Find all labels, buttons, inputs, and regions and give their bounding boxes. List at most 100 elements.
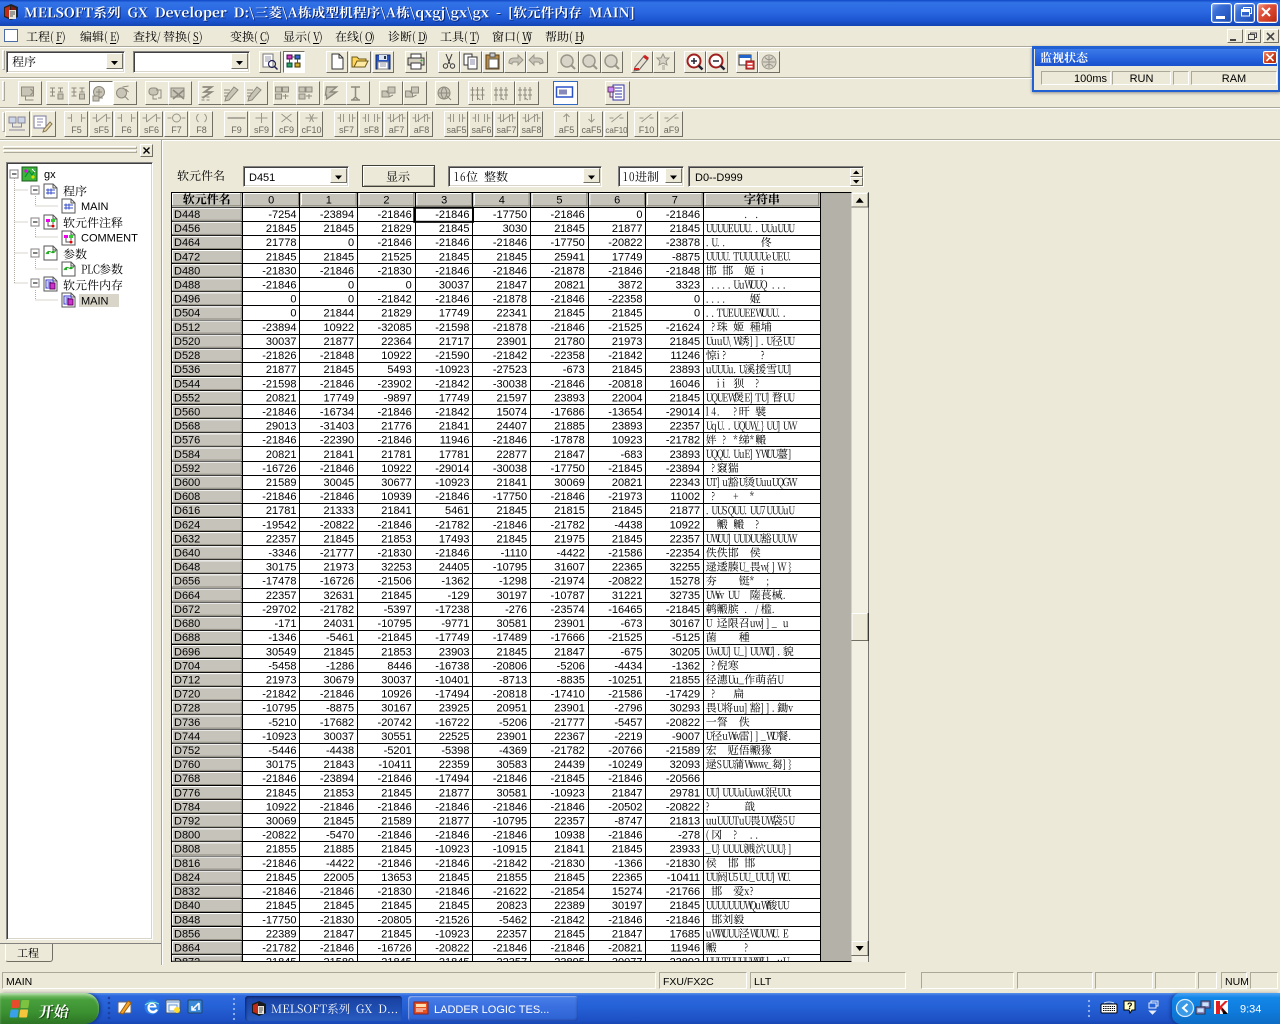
svg-text:0: 0 bbox=[694, 294, 700, 306]
svg-text:20821: 20821 bbox=[266, 392, 297, 404]
svg-text:-21846: -21846 bbox=[435, 209, 469, 221]
svg-text:30069: 30069 bbox=[554, 477, 585, 489]
svg-text:-20818: -20818 bbox=[608, 378, 642, 390]
svg-text:D704: D704 bbox=[174, 660, 200, 672]
svg-text:-5206: -5206 bbox=[499, 717, 527, 729]
svg-text:D608: D608 bbox=[174, 491, 200, 503]
svg-text:0: 0 bbox=[406, 280, 412, 292]
svg-text:-21846: -21846 bbox=[493, 773, 527, 785]
svg-text:21845: 21845 bbox=[497, 251, 528, 263]
svg-text:D544: D544 bbox=[174, 378, 200, 390]
svg-text:22525: 22525 bbox=[439, 731, 470, 743]
svg-text:20821: 20821 bbox=[554, 280, 585, 292]
svg-text:21589: 21589 bbox=[381, 816, 412, 828]
svg-text:RAM: RAM bbox=[1222, 73, 1246, 85]
svg-text:sF5: sF5 bbox=[94, 125, 109, 135]
svg-text:21847: 21847 bbox=[554, 449, 585, 461]
svg-text:21845: 21845 bbox=[381, 787, 412, 799]
svg-text:-17750: -17750 bbox=[493, 491, 527, 503]
svg-text:-10923: -10923 bbox=[435, 364, 469, 376]
svg-text:20823: 20823 bbox=[497, 900, 528, 912]
svg-text:D808: D808 bbox=[174, 844, 200, 856]
svg-text:-10795: -10795 bbox=[493, 816, 527, 828]
svg-text:31221: 31221 bbox=[612, 590, 643, 602]
svg-text:21333: 21333 bbox=[324, 505, 355, 517]
svg-text:22367: 22367 bbox=[554, 731, 585, 743]
svg-text:30175: 30175 bbox=[266, 562, 297, 574]
svg-text:-22390: -22390 bbox=[320, 435, 354, 447]
svg-text:-21846: -21846 bbox=[608, 914, 642, 926]
svg-text:-21846: -21846 bbox=[435, 886, 469, 898]
svg-text:30037: 30037 bbox=[266, 336, 297, 348]
svg-text:-21526: -21526 bbox=[435, 914, 469, 926]
svg-text:LLT: LLT bbox=[754, 976, 772, 988]
svg-text:20951: 20951 bbox=[497, 703, 528, 715]
svg-text:21525: 21525 bbox=[381, 251, 412, 263]
svg-text:-4434: -4434 bbox=[614, 660, 642, 672]
svg-text:-20502: -20502 bbox=[608, 801, 642, 813]
svg-text:-2219: -2219 bbox=[614, 731, 642, 743]
svg-text:22389: 22389 bbox=[554, 900, 585, 912]
svg-text:-5446: -5446 bbox=[268, 745, 296, 757]
svg-text:-21622: -21622 bbox=[493, 886, 527, 898]
svg-text:-21845: -21845 bbox=[608, 463, 642, 475]
svg-text:-17686: -17686 bbox=[551, 406, 585, 418]
svg-text:21877: 21877 bbox=[266, 364, 297, 376]
svg-text:11246: 11246 bbox=[670, 350, 700, 362]
svg-text:-23894: -23894 bbox=[320, 773, 354, 785]
svg-text:21845: 21845 bbox=[497, 533, 528, 545]
svg-text:30293: 30293 bbox=[670, 703, 701, 715]
svg-text:21841: 21841 bbox=[381, 505, 412, 517]
svg-text:-21846: -21846 bbox=[378, 773, 412, 785]
svg-text:D856: D856 bbox=[174, 928, 200, 940]
svg-text:21841: 21841 bbox=[324, 449, 355, 461]
svg-text:21847: 21847 bbox=[497, 280, 528, 292]
svg-text:-21846: -21846 bbox=[262, 435, 296, 447]
svg-text:-5210: -5210 bbox=[268, 717, 296, 729]
svg-text:17749: 17749 bbox=[439, 308, 470, 320]
svg-text:21845: 21845 bbox=[439, 251, 470, 263]
svg-text:-4422: -4422 bbox=[326, 858, 354, 870]
svg-text:-21777: -21777 bbox=[320, 548, 354, 560]
svg-text:-21878: -21878 bbox=[551, 265, 585, 277]
svg-text:23893: 23893 bbox=[554, 392, 585, 404]
svg-text:-5125: -5125 bbox=[672, 632, 700, 644]
svg-text:-21842: -21842 bbox=[378, 294, 412, 306]
svg-text:22877: 22877 bbox=[497, 449, 528, 461]
svg-text:10922: 10922 bbox=[670, 519, 701, 531]
svg-text:-21846: -21846 bbox=[320, 801, 354, 813]
svg-text:20821: 20821 bbox=[266, 449, 297, 461]
svg-text:D616: D616 bbox=[174, 505, 200, 517]
svg-text:21597: 21597 bbox=[497, 392, 528, 404]
svg-text:30197: 30197 bbox=[612, 900, 643, 912]
svg-text:-17494: -17494 bbox=[435, 773, 469, 785]
svg-text:1: 1 bbox=[326, 195, 332, 207]
svg-text:22343: 22343 bbox=[670, 477, 701, 489]
svg-text:-10787: -10787 bbox=[551, 590, 585, 602]
svg-text:30581: 30581 bbox=[497, 618, 528, 630]
svg-text:-21846: -21846 bbox=[378, 237, 412, 249]
svg-text:21845: 21845 bbox=[324, 646, 355, 658]
svg-text:24407: 24407 bbox=[497, 421, 528, 433]
svg-text:-21846: -21846 bbox=[608, 830, 642, 842]
svg-text:D632: D632 bbox=[174, 533, 200, 545]
svg-text:-23894: -23894 bbox=[262, 322, 296, 334]
svg-text:-5461: -5461 bbox=[326, 632, 354, 644]
svg-text:-21846: -21846 bbox=[435, 237, 469, 249]
svg-text:D560: D560 bbox=[174, 406, 200, 418]
svg-text:-27523: -27523 bbox=[493, 364, 527, 376]
svg-text:17781: 17781 bbox=[439, 449, 470, 461]
svg-text:21845: 21845 bbox=[612, 533, 643, 545]
svg-text:21845: 21845 bbox=[612, 308, 643, 320]
svg-text:22357: 22357 bbox=[670, 421, 701, 433]
svg-text:-10411: -10411 bbox=[667, 872, 700, 884]
svg-text:D712: D712 bbox=[174, 674, 200, 686]
svg-text:-21878: -21878 bbox=[493, 322, 527, 334]
svg-text:21845: 21845 bbox=[439, 223, 470, 235]
svg-text:-19542: -19542 bbox=[262, 519, 296, 531]
svg-text:D696: D696 bbox=[174, 646, 200, 658]
svg-text:-10795: -10795 bbox=[493, 562, 527, 574]
svg-text:-20822: -20822 bbox=[320, 519, 354, 531]
svg-text:100ms: 100ms bbox=[1074, 73, 1108, 85]
svg-text:16046: 16046 bbox=[670, 378, 701, 390]
